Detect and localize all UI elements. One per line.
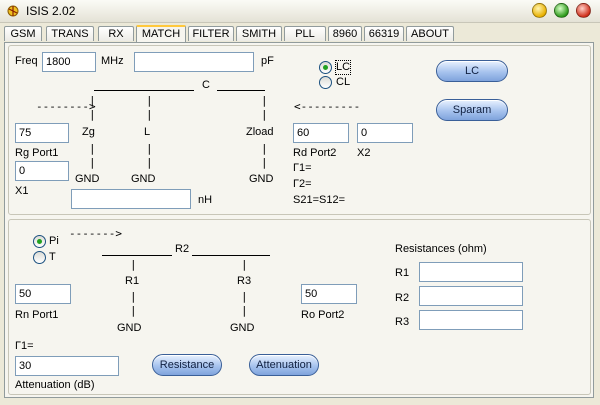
lc-button[interactable]: LC	[436, 60, 508, 82]
r1-output[interactable]	[419, 262, 523, 282]
r1-stub-top: |	[130, 258, 137, 271]
r1-stub-bottom: | |	[130, 290, 137, 317]
tab-smith[interactable]: SMITH	[236, 26, 282, 41]
r2-label: R2	[175, 243, 190, 255]
maximize-button[interactable]	[554, 3, 569, 18]
res-r3-label: R3	[395, 316, 410, 328]
radio-pi-label[interactable]: Pi	[49, 235, 59, 248]
rg-label: Rg Port1	[15, 147, 59, 159]
minimize-button[interactable]	[532, 3, 547, 18]
tab-filter[interactable]: FILTER	[188, 26, 234, 41]
pf-unit: pF	[261, 55, 274, 67]
attenuation-input[interactable]: 30	[15, 356, 119, 376]
match-panel: Freq 1800 MHz pF LC CL LC Sparam -------…	[4, 42, 594, 398]
gamma2-readout: Γ2=	[293, 178, 312, 190]
atten-arrow: ------->	[69, 227, 122, 240]
r2-output[interactable]	[419, 286, 523, 306]
radio-t-label[interactable]: T	[49, 251, 56, 264]
wire-top-left	[94, 90, 194, 91]
input-arrow: -------->	[36, 100, 96, 113]
rn-input[interactable]: 50	[15, 284, 71, 304]
rd-label: Rd Port2	[293, 147, 337, 159]
inductor-label: L	[144, 126, 151, 138]
wire-top-right	[217, 90, 265, 91]
zg-label: Zg	[82, 126, 95, 138]
freq-label: Freq	[15, 55, 38, 67]
radio-pi[interactable]	[33, 235, 46, 248]
atten-gamma1-readout: Γ1=	[15, 340, 34, 352]
zload-stub-top: | |	[261, 94, 268, 121]
attenuation-button[interactable]: Attenuation	[249, 354, 319, 376]
r3-label: R3	[237, 275, 252, 287]
x2-input[interactable]: 0	[357, 123, 413, 143]
output-arrow: <---------	[294, 100, 361, 113]
rd-input[interactable]: 60	[293, 123, 349, 143]
zload-label: Zload	[246, 126, 274, 138]
ro-label: Ro Port2	[301, 309, 345, 321]
sparam-button[interactable]: Sparam	[436, 99, 508, 121]
tab-trans[interactable]: TRANS	[46, 26, 94, 41]
attenuator-group: Pi T -------> R2 | | R1 R3 | | | | GND GND…	[8, 219, 591, 395]
zg-stub-bottom: | |	[89, 142, 96, 169]
r3-output[interactable]	[419, 310, 523, 330]
nh-unit: nH	[198, 194, 213, 206]
freq-unit: MHz	[101, 55, 124, 67]
radio-cl[interactable]	[319, 76, 332, 89]
wire-r2-left	[102, 255, 172, 256]
gnd-r1: GND	[117, 322, 142, 334]
x1-input[interactable]: 0	[15, 161, 69, 181]
zload-stub-bottom: | |	[261, 142, 268, 169]
inductance-output[interactable]	[71, 189, 191, 209]
x1-label: X1	[15, 185, 29, 197]
s21-readout: S21=S12=	[293, 194, 345, 206]
res-r2-label: R2	[395, 292, 410, 304]
r3-stub-top: |	[241, 258, 248, 271]
tab-pll[interactable]: PLL	[284, 26, 326, 41]
resistances-title: Resistances (ohm)	[395, 243, 487, 255]
radio-cl-label[interactable]: CL	[336, 76, 350, 89]
x2-label: X2	[357, 147, 371, 159]
capacitance-output[interactable]	[134, 52, 254, 72]
tab-rx[interactable]: RX	[98, 26, 134, 41]
tab-8960[interactable]: 8960	[328, 26, 362, 41]
close-button[interactable]	[576, 3, 591, 18]
gnd-zg: GND	[75, 173, 100, 185]
title-bar: ISIS 2.02	[0, 0, 600, 23]
wire-r2-right	[192, 255, 270, 256]
freq-input[interactable]: 1800	[42, 52, 96, 72]
radio-t[interactable]	[33, 251, 46, 264]
tab-gsm[interactable]: GSM	[4, 26, 42, 41]
res-r1-label: R1	[395, 267, 410, 279]
radio-lc-label[interactable]: LC	[334, 60, 352, 75]
r3-stub-bottom: | |	[241, 290, 248, 317]
gnd-zload: GND	[249, 173, 274, 185]
attenuation-label: Attenuation (dB)	[15, 379, 95, 391]
tab-match[interactable]: MATCH	[136, 25, 186, 42]
tab-about[interactable]: ABOUT	[406, 26, 454, 41]
gnd-r3: GND	[230, 322, 255, 334]
rn-label: Rn Port1	[15, 309, 59, 321]
resistance-button[interactable]: Resistance	[152, 354, 222, 376]
r1-label: R1	[125, 275, 140, 287]
l-stub-top: | |	[146, 94, 153, 121]
gamma1-readout: Γ1=	[293, 162, 312, 174]
app-icon	[7, 5, 19, 17]
radio-lc[interactable]	[319, 61, 332, 74]
tab-66319[interactable]: 66319	[364, 26, 404, 41]
lc-matching-group: Freq 1800 MHz pF LC CL LC Sparam -------…	[8, 45, 591, 215]
gnd-l: GND	[131, 173, 156, 185]
capacitor-label: C	[202, 79, 210, 91]
l-stub-bottom: | |	[146, 142, 153, 169]
window-title: ISIS 2.02	[26, 4, 76, 18]
rg-input[interactable]: 75	[15, 123, 69, 143]
zg-stub-top: | |	[89, 94, 96, 121]
ro-input[interactable]: 50	[301, 284, 357, 304]
